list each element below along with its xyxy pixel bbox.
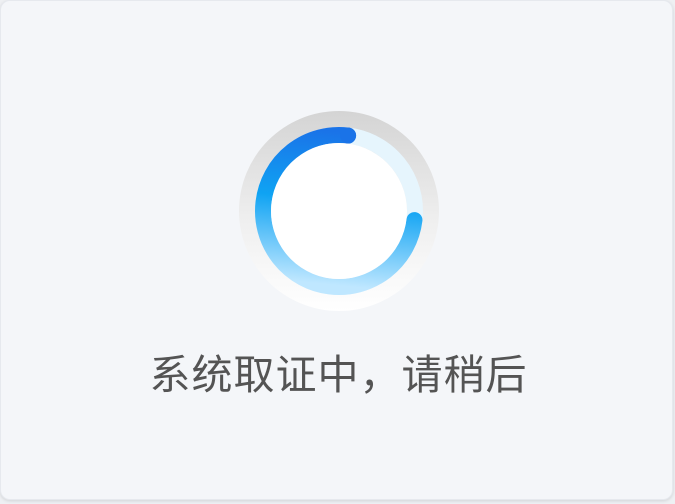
loading-message: 系统取证中，请稍后 xyxy=(149,351,528,399)
loading-dialog: 系统取证中，请稍后 xyxy=(0,0,673,500)
spinner-inner-disc xyxy=(271,143,407,279)
spinner-graphic xyxy=(239,111,439,311)
loading-spinner-icon xyxy=(239,111,439,311)
spinner-head-dot xyxy=(340,127,357,144)
